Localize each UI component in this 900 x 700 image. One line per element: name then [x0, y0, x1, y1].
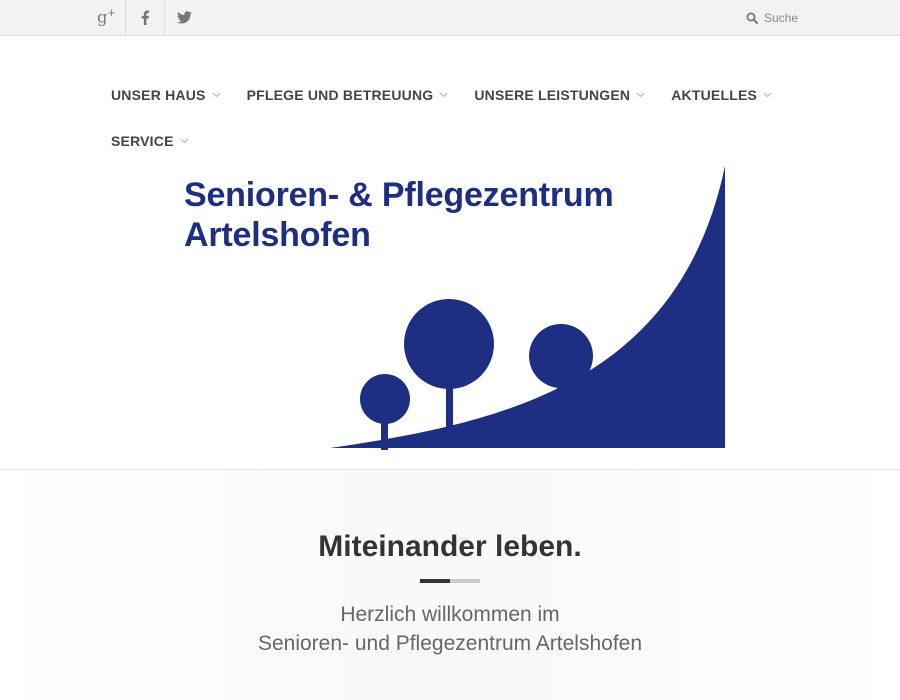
nav-item-aktuelles[interactable]: AKTUELLES — [671, 87, 772, 103]
google-plus-icon: g+ — [97, 7, 116, 27]
chevron-down-icon — [636, 92, 645, 98]
google-plus-button[interactable]: g+ — [87, 0, 126, 35]
facebook-icon — [141, 10, 150, 25]
nav-row-1: UNSER HAUS PFLEGE UND BETREUUNG UNSERE L… — [111, 72, 811, 118]
social-links: g+ — [87, 0, 204, 35]
welcome-intro: Herzlich willkommen im Senioren- und Pfl… — [0, 600, 900, 658]
chevron-down-icon — [763, 92, 772, 98]
nav-item-label: PFLEGE UND BETREUUNG — [246, 87, 434, 103]
welcome-headline: Miteinander leben. — [318, 530, 582, 563]
logo-tree-crown — [529, 324, 593, 388]
main-navigation: UNSER HAUS PFLEGE UND BETREUUNG UNSERE L… — [111, 72, 811, 164]
chevron-down-icon — [180, 138, 189, 144]
nav-item-pflege-und-betreuung[interactable]: PFLEGE UND BETREUUNG — [247, 87, 449, 103]
nav-item-label: SERVICE — [111, 133, 174, 149]
nav-row-2: SERVICE — [111, 118, 811, 164]
facebook-button[interactable] — [126, 0, 165, 35]
welcome-intro-line-2: Senioren- und Pflegezentrum Artelshofen — [257, 632, 643, 655]
accent-bar-dark — [420, 579, 450, 583]
top-bar: g+ — [0, 0, 900, 36]
search-icon — [746, 12, 758, 24]
nav-item-label: AKTUELLES — [671, 87, 758, 103]
chevron-down-icon — [439, 92, 448, 98]
twitter-button[interactable] — [165, 0, 204, 35]
accent-bar-light — [450, 579, 480, 583]
site-logo[interactable]: Senioren- & Pflegezentrum Artelshofen — [180, 160, 740, 455]
nav-item-unser-haus[interactable]: UNSER HAUS — [111, 87, 221, 103]
search-box[interactable] — [746, 0, 854, 35]
nav-item-label: UNSERE LEISTUNGEN — [474, 87, 631, 103]
nav-item-label: UNSER HAUS — [111, 87, 206, 103]
headline-accent-bar — [420, 579, 480, 583]
logo-tree-crown — [360, 374, 410, 424]
welcome-section: Miteinander leben. Herzlich willkommen i… — [0, 470, 900, 700]
search-input[interactable] — [764, 10, 854, 25]
nav-item-service[interactable]: SERVICE — [111, 133, 189, 149]
chevron-down-icon — [212, 92, 221, 98]
twitter-icon — [177, 11, 192, 24]
logo-text-line-1: Senioren- & Pflegezentrum — [184, 176, 614, 214]
welcome-intro-line-1: Herzlich willkommen im — [340, 603, 560, 626]
logo-text-line-2: Artelshofen — [184, 216, 371, 254]
nav-item-unsere-leistungen[interactable]: UNSERE LEISTUNGEN — [474, 87, 645, 103]
logo-tree-crown — [404, 299, 494, 389]
